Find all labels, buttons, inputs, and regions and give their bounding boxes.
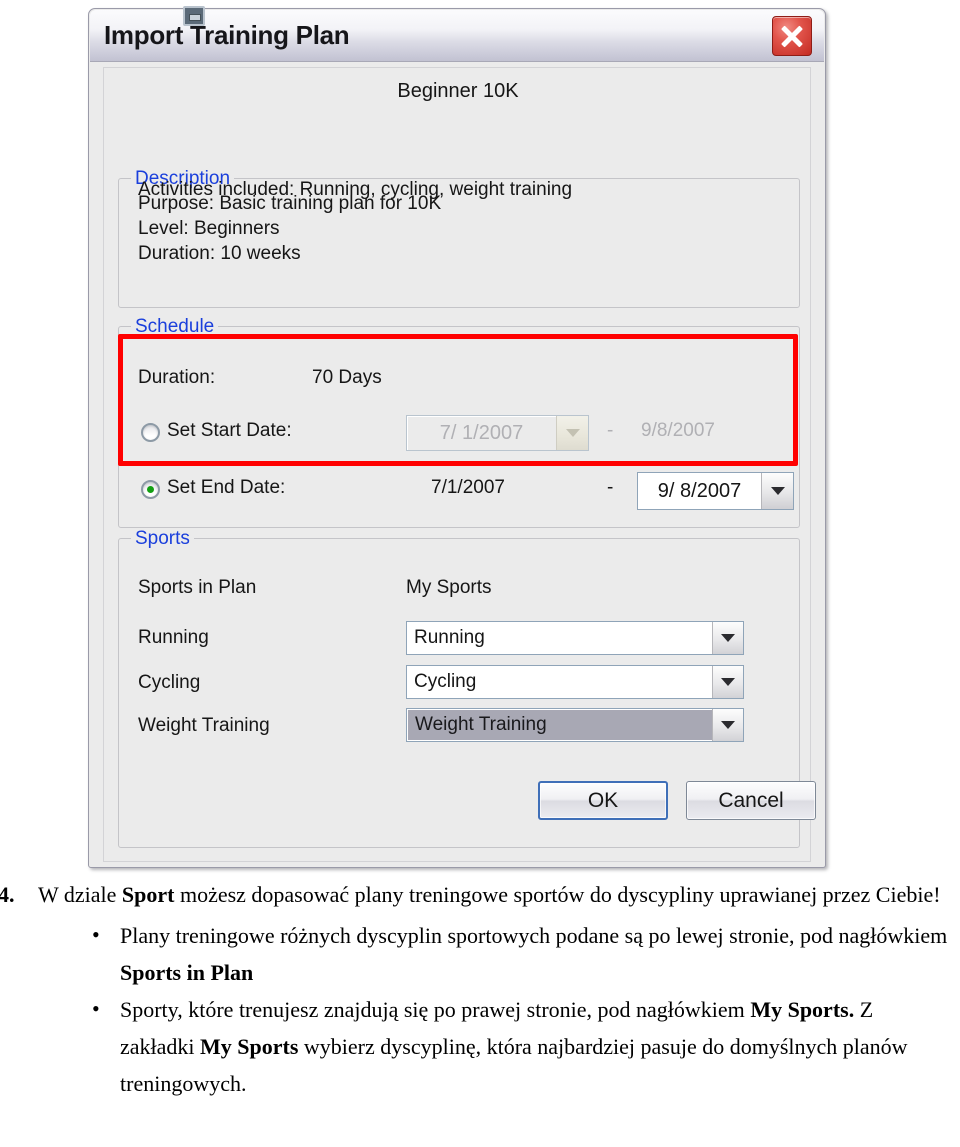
end-date-dropdown-button[interactable]: [761, 473, 793, 509]
sport-plan-row-0: Running: [138, 627, 209, 648]
import-training-plan-dialog: Import Training Plan Beginner 10K Descri…: [88, 6, 826, 868]
start-row-separator: -: [607, 420, 614, 441]
description-line-duration: Duration: 10 weeks: [138, 243, 301, 264]
page-root: Import Training Plan Beginner 10K Descri…: [0, 0, 960, 1147]
bullet-item-1: • Sporty, które trenujesz znajdują się p…: [0, 991, 960, 1102]
plan-name: Beginner 10K: [397, 80, 519, 102]
duration-value: 70 Days: [312, 367, 382, 388]
my-sport-value-2: Weight Training: [408, 710, 712, 740]
my-sports-header: My Sports: [406, 577, 492, 598]
duration-label: Duration:: [138, 367, 216, 388]
bullet-text-0: Plany treningowe różnych dyscyplin sport…: [120, 923, 947, 985]
start-date-value: 7/ 1/2007: [439, 421, 524, 444]
end-date-picker[interactable]: 9/ 8/2007: [637, 472, 794, 510]
dialog-titlebar[interactable]: Import Training Plan: [90, 6, 824, 62]
description-groupbox: Description Purpose: Basic training plan…: [118, 168, 800, 308]
set-start-date-label: Set Start Date:: [167, 420, 292, 441]
sports-in-plan-header: Sports in Plan: [138, 577, 257, 598]
end-date-value: 9/ 8/2007: [657, 479, 742, 502]
start-date-picker[interactable]: 7/ 1/2007: [406, 415, 589, 451]
dialog-body: Beginner 10K Description Purpose: Basic …: [90, 62, 824, 867]
numbered-paragraph-text: W dziale Sport możesz dopasować plany tr…: [38, 882, 941, 907]
document-text: 4. W dziale Sport możesz dopasować plany…: [0, 876, 960, 1102]
bullet-item-0: • Plany treningowe różnych dyscyplin spo…: [0, 917, 960, 991]
sports-legend: Sports: [131, 528, 194, 550]
radio-set-start-date[interactable]: [141, 423, 160, 442]
my-sport-dropdown-button-1[interactable]: [712, 666, 743, 698]
ok-button[interactable]: OK: [538, 781, 668, 820]
text-run: W dziale: [38, 882, 122, 907]
dialog-inner-frame: Beginner 10K Description Purpose: Basic …: [103, 67, 816, 862]
sport-plan-row-1: Cycling: [138, 672, 201, 693]
bullet-icon: •: [92, 996, 100, 1021]
cancel-button[interactable]: Cancel: [686, 781, 816, 820]
list-number: 4.: [0, 882, 15, 907]
start-date-dropdown-button[interactable]: [556, 416, 588, 450]
schedule-legend: Schedule: [131, 316, 219, 338]
text-run: Plany treningowe różnych dyscyplin sport…: [120, 923, 948, 948]
my-sport-select-0[interactable]: Running: [406, 621, 744, 655]
emphasised-term: Sports in Plan: [120, 960, 254, 985]
bullet-icon: •: [92, 922, 100, 947]
description-line-activities: Activities included: Running, cycling, w…: [138, 179, 573, 200]
my-sport-select-1[interactable]: Cycling: [406, 665, 744, 699]
text-run: możesz dopasować plany treningowe sportó…: [174, 882, 941, 907]
my-sport-dropdown-button-0[interactable]: [712, 622, 743, 654]
end-row-start-date: 7/1/2007: [431, 477, 505, 498]
start-row-end-date: 9/8/2007: [641, 420, 715, 441]
description-line-level: Level: Beginners: [138, 218, 280, 239]
radio-set-end-date[interactable]: [141, 480, 160, 499]
sport-plan-row-2: Weight Training: [138, 715, 270, 736]
my-sport-select-2[interactable]: Weight Training: [406, 708, 744, 742]
my-sport-dropdown-button-2[interactable]: [712, 709, 743, 741]
dialog-title: Import Training Plan: [104, 20, 350, 50]
set-end-date-label: Set End Date:: [167, 477, 286, 498]
schedule-groupbox: Schedule Duration: 70 Days Set Start Dat…: [118, 316, 800, 528]
bullet-text-1: Sporty, które trenujesz znajdują się po …: [120, 997, 908, 1096]
emphasised-term: My Sports.: [750, 997, 855, 1022]
chevron-down-icon: [721, 721, 735, 729]
end-row-separator: -: [607, 477, 614, 498]
close-icon[interactable]: [772, 16, 812, 56]
my-sport-value-1: Cycling: [414, 671, 477, 692]
chevron-down-icon: [721, 678, 735, 686]
numbered-paragraph: 4. W dziale Sport możesz dopasować plany…: [0, 876, 960, 913]
chevron-down-icon: [770, 487, 785, 495]
emphasised-term: Sport: [121, 882, 175, 907]
chevron-down-icon: [565, 429, 580, 437]
emphasised-term: My Sports: [200, 1034, 299, 1059]
text-run: Sporty, które trenujesz znajdują się po …: [120, 997, 751, 1022]
my-sport-value-0: Running: [414, 627, 485, 648]
chevron-down-icon: [721, 634, 735, 642]
